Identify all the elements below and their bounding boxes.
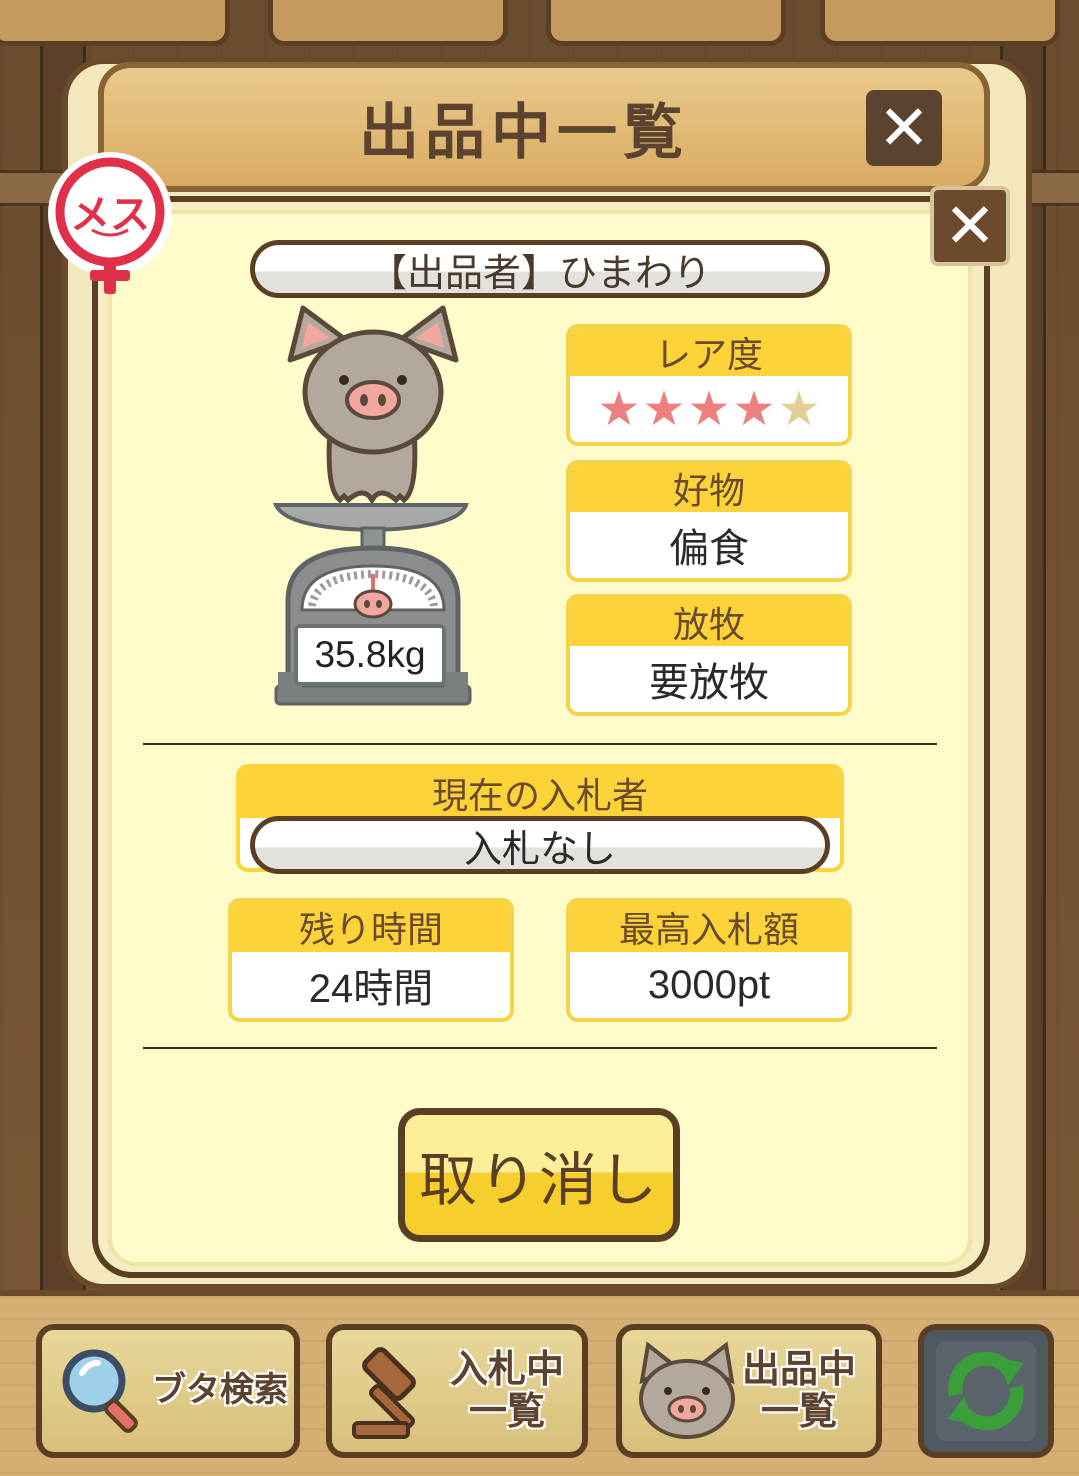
top-tab[interactable] xyxy=(268,0,508,46)
title-plate: 出品中一覧 ✕ xyxy=(98,62,990,192)
current-bidder-label: 現在の入札者 xyxy=(240,768,840,818)
page-title: 出品中一覧 xyxy=(359,97,689,168)
star-filled-icon: ★ xyxy=(597,381,641,437)
star-filled-icon: ★ xyxy=(687,381,731,437)
gender-label: メス xyxy=(70,192,150,238)
grazing-value: 要放牧 xyxy=(649,660,769,706)
highest-bid-value: 3000pt xyxy=(647,962,771,1007)
bidding-list-label-line2: 一覧 xyxy=(469,1389,546,1433)
grazing-box: 放牧 要放牧 xyxy=(566,594,852,716)
remaining-time-box: 残り時間 24時間 xyxy=(228,898,514,1022)
listing-list-button[interactable]: 出品中 一覧 xyxy=(616,1324,882,1458)
bidding-list-label-line1: 入札中 xyxy=(450,1347,565,1392)
highest-bid-label: 最高入札額 xyxy=(570,902,848,952)
pig-weight: 35.8kg xyxy=(314,634,426,675)
highest-bid-box: 最高入札額 3000pt xyxy=(566,898,852,1022)
favorite-food-box: 好物 偏食 xyxy=(566,460,852,582)
pig-face-icon xyxy=(639,1341,735,1439)
top-tab[interactable] xyxy=(546,0,786,46)
top-tab[interactable] xyxy=(0,0,230,46)
pig-weight-display: 35.8kg xyxy=(294,624,446,686)
pig-search-button[interactable]: ブタ検索 xyxy=(36,1324,300,1458)
current-bidder-pill: 入札なし xyxy=(250,816,830,874)
seller-name-pill: 【出品者】ひまわり xyxy=(250,240,830,298)
grazing-label: 放牧 xyxy=(570,598,848,646)
close-panel-button[interactable]: ✕ xyxy=(866,90,942,166)
magnifier-icon xyxy=(62,1349,138,1433)
favorite-label: 好物 xyxy=(570,464,848,512)
current-bidder-value: 入札なし xyxy=(463,826,616,871)
star-filled-icon: ★ xyxy=(642,381,686,437)
listing-list-label-line1: 出品中 xyxy=(742,1347,857,1392)
listing-list-label-line2: 一覧 xyxy=(761,1389,838,1433)
rarity-label: レア度 xyxy=(570,328,848,376)
rarity-stars: ★ ★ ★ ★ ★ xyxy=(597,385,820,433)
close-card-button[interactable]: ✕ xyxy=(930,186,1010,266)
top-tab[interactable] xyxy=(820,0,1060,46)
divider xyxy=(143,743,937,745)
close-icon: ✕ xyxy=(944,189,996,262)
pig-search-label: ブタ検索 xyxy=(152,1370,288,1411)
close-icon: ✕ xyxy=(878,91,930,164)
rarity-box: レア度 ★ ★ ★ ★ ★ xyxy=(566,324,852,446)
star-empty-icon: ★ xyxy=(777,381,821,437)
favorite-value: 偏食 xyxy=(669,526,749,572)
star-filled-icon: ★ xyxy=(732,381,776,437)
refresh-icon xyxy=(936,1341,1036,1441)
refresh-button[interactable] xyxy=(918,1324,1054,1458)
cancel-listing-button[interactable]: 取り消し xyxy=(398,1108,680,1242)
seller-label: 【出品者】ひまわり xyxy=(368,250,711,295)
bidding-list-button[interactable]: 入札中 一覧 xyxy=(326,1324,588,1458)
remaining-time-value: 24時間 xyxy=(308,967,434,1011)
cancel-button-label: 取り消し xyxy=(418,1146,659,1214)
divider xyxy=(143,1047,937,1049)
remaining-time-label: 残り時間 xyxy=(232,902,510,952)
gavel-icon xyxy=(352,1347,416,1439)
female-gender-icon: メス xyxy=(48,152,172,294)
